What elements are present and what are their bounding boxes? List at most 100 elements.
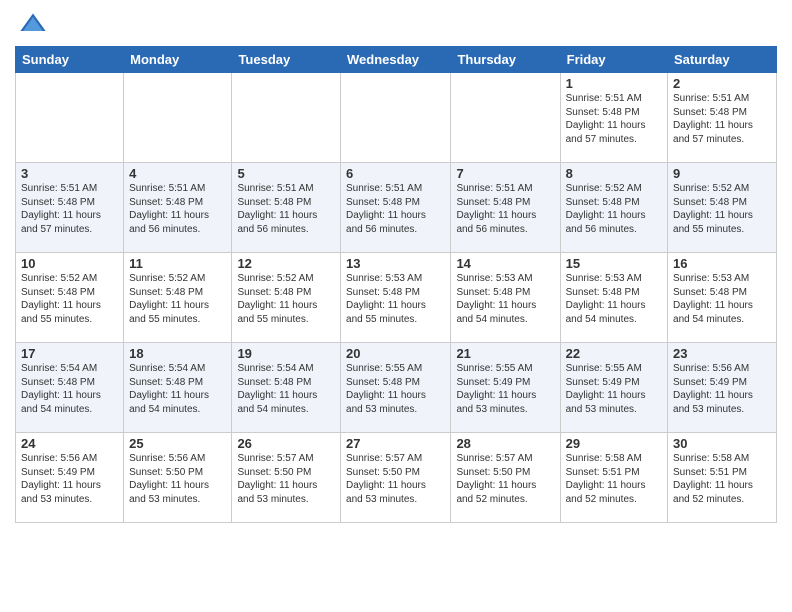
day-number: 16 xyxy=(673,256,771,271)
calendar-cell xyxy=(451,73,560,163)
day-info: Sunrise: 5:51 AMSunset: 5:48 PMDaylight:… xyxy=(21,182,118,236)
day-number: 14 xyxy=(456,256,554,271)
weekday-header: Wednesday xyxy=(341,47,451,73)
calendar-cell: 18Sunrise: 5:54 AMSunset: 5:48 PMDayligh… xyxy=(124,343,232,433)
day-info: Sunrise: 5:54 AMSunset: 5:48 PMDaylight:… xyxy=(21,362,118,416)
calendar-cell: 9Sunrise: 5:52 AMSunset: 5:48 PMDaylight… xyxy=(668,163,777,253)
calendar-cell: 6Sunrise: 5:51 AMSunset: 5:48 PMDaylight… xyxy=(341,163,451,253)
day-info: Sunrise: 5:57 AMSunset: 5:50 PMDaylight:… xyxy=(456,452,554,506)
day-number: 20 xyxy=(346,346,445,361)
day-info: Sunrise: 5:56 AMSunset: 5:49 PMDaylight:… xyxy=(673,362,771,416)
day-number: 7 xyxy=(456,166,554,181)
calendar-cell: 15Sunrise: 5:53 AMSunset: 5:48 PMDayligh… xyxy=(560,253,667,343)
day-number: 24 xyxy=(21,436,118,451)
weekday-header: Friday xyxy=(560,47,667,73)
day-info: Sunrise: 5:54 AMSunset: 5:48 PMDaylight:… xyxy=(237,362,335,416)
day-number: 1 xyxy=(566,76,662,91)
day-number: 4 xyxy=(129,166,226,181)
day-number: 28 xyxy=(456,436,554,451)
logo-icon xyxy=(19,10,47,38)
calendar-header-row: SundayMondayTuesdayWednesdayThursdayFrid… xyxy=(16,47,777,73)
day-info: Sunrise: 5:52 AMSunset: 5:48 PMDaylight:… xyxy=(237,272,335,326)
day-number: 9 xyxy=(673,166,771,181)
calendar-cell: 17Sunrise: 5:54 AMSunset: 5:48 PMDayligh… xyxy=(16,343,124,433)
calendar-cell xyxy=(16,73,124,163)
calendar-cell: 19Sunrise: 5:54 AMSunset: 5:48 PMDayligh… xyxy=(232,343,341,433)
weekday-header: Sunday xyxy=(16,47,124,73)
day-info: Sunrise: 5:53 AMSunset: 5:48 PMDaylight:… xyxy=(346,272,445,326)
calendar-cell: 8Sunrise: 5:52 AMSunset: 5:48 PMDaylight… xyxy=(560,163,667,253)
day-number: 15 xyxy=(566,256,662,271)
day-number: 12 xyxy=(237,256,335,271)
calendar-cell: 27Sunrise: 5:57 AMSunset: 5:50 PMDayligh… xyxy=(341,433,451,523)
day-info: Sunrise: 5:52 AMSunset: 5:48 PMDaylight:… xyxy=(21,272,118,326)
day-info: Sunrise: 5:56 AMSunset: 5:49 PMDaylight:… xyxy=(21,452,118,506)
day-number: 26 xyxy=(237,436,335,451)
weekday-header: Tuesday xyxy=(232,47,341,73)
day-number: 3 xyxy=(21,166,118,181)
day-number: 2 xyxy=(673,76,771,91)
day-info: Sunrise: 5:52 AMSunset: 5:48 PMDaylight:… xyxy=(566,182,662,236)
day-info: Sunrise: 5:53 AMSunset: 5:48 PMDaylight:… xyxy=(456,272,554,326)
calendar-cell xyxy=(124,73,232,163)
calendar-cell: 16Sunrise: 5:53 AMSunset: 5:48 PMDayligh… xyxy=(668,253,777,343)
weekday-header: Monday xyxy=(124,47,232,73)
day-number: 10 xyxy=(21,256,118,271)
calendar-cell xyxy=(232,73,341,163)
day-number: 11 xyxy=(129,256,226,271)
day-number: 8 xyxy=(566,166,662,181)
day-number: 5 xyxy=(237,166,335,181)
day-info: Sunrise: 5:51 AMSunset: 5:48 PMDaylight:… xyxy=(566,92,662,146)
weekday-header: Thursday xyxy=(451,47,560,73)
header xyxy=(15,10,777,38)
day-number: 17 xyxy=(21,346,118,361)
day-number: 25 xyxy=(129,436,226,451)
day-info: Sunrise: 5:51 AMSunset: 5:48 PMDaylight:… xyxy=(237,182,335,236)
calendar-week-row: 24Sunrise: 5:56 AMSunset: 5:49 PMDayligh… xyxy=(16,433,777,523)
day-info: Sunrise: 5:52 AMSunset: 5:48 PMDaylight:… xyxy=(673,182,771,236)
page: SundayMondayTuesdayWednesdayThursdayFrid… xyxy=(0,0,792,533)
day-number: 6 xyxy=(346,166,445,181)
calendar-week-row: 10Sunrise: 5:52 AMSunset: 5:48 PMDayligh… xyxy=(16,253,777,343)
calendar-cell: 14Sunrise: 5:53 AMSunset: 5:48 PMDayligh… xyxy=(451,253,560,343)
day-number: 27 xyxy=(346,436,445,451)
calendar-week-row: 17Sunrise: 5:54 AMSunset: 5:48 PMDayligh… xyxy=(16,343,777,433)
calendar-cell: 25Sunrise: 5:56 AMSunset: 5:50 PMDayligh… xyxy=(124,433,232,523)
day-number: 29 xyxy=(566,436,662,451)
calendar-cell: 23Sunrise: 5:56 AMSunset: 5:49 PMDayligh… xyxy=(668,343,777,433)
calendar-cell: 11Sunrise: 5:52 AMSunset: 5:48 PMDayligh… xyxy=(124,253,232,343)
calendar-cell: 28Sunrise: 5:57 AMSunset: 5:50 PMDayligh… xyxy=(451,433,560,523)
calendar-cell: 22Sunrise: 5:55 AMSunset: 5:49 PMDayligh… xyxy=(560,343,667,433)
calendar-week-row: 1Sunrise: 5:51 AMSunset: 5:48 PMDaylight… xyxy=(16,73,777,163)
day-info: Sunrise: 5:58 AMSunset: 5:51 PMDaylight:… xyxy=(673,452,771,506)
day-number: 19 xyxy=(237,346,335,361)
day-info: Sunrise: 5:58 AMSunset: 5:51 PMDaylight:… xyxy=(566,452,662,506)
day-number: 23 xyxy=(673,346,771,361)
calendar-cell: 10Sunrise: 5:52 AMSunset: 5:48 PMDayligh… xyxy=(16,253,124,343)
day-number: 21 xyxy=(456,346,554,361)
calendar-cell: 12Sunrise: 5:52 AMSunset: 5:48 PMDayligh… xyxy=(232,253,341,343)
day-info: Sunrise: 5:53 AMSunset: 5:48 PMDaylight:… xyxy=(566,272,662,326)
day-info: Sunrise: 5:56 AMSunset: 5:50 PMDaylight:… xyxy=(129,452,226,506)
day-number: 22 xyxy=(566,346,662,361)
day-number: 13 xyxy=(346,256,445,271)
calendar-cell: 30Sunrise: 5:58 AMSunset: 5:51 PMDayligh… xyxy=(668,433,777,523)
weekday-header: Saturday xyxy=(668,47,777,73)
day-info: Sunrise: 5:55 AMSunset: 5:48 PMDaylight:… xyxy=(346,362,445,416)
calendar-cell: 5Sunrise: 5:51 AMSunset: 5:48 PMDaylight… xyxy=(232,163,341,253)
day-info: Sunrise: 5:51 AMSunset: 5:48 PMDaylight:… xyxy=(346,182,445,236)
calendar: SundayMondayTuesdayWednesdayThursdayFrid… xyxy=(15,46,777,523)
calendar-cell: 24Sunrise: 5:56 AMSunset: 5:49 PMDayligh… xyxy=(16,433,124,523)
calendar-cell: 20Sunrise: 5:55 AMSunset: 5:48 PMDayligh… xyxy=(341,343,451,433)
calendar-cell: 1Sunrise: 5:51 AMSunset: 5:48 PMDaylight… xyxy=(560,73,667,163)
day-info: Sunrise: 5:57 AMSunset: 5:50 PMDaylight:… xyxy=(237,452,335,506)
day-info: Sunrise: 5:54 AMSunset: 5:48 PMDaylight:… xyxy=(129,362,226,416)
day-info: Sunrise: 5:51 AMSunset: 5:48 PMDaylight:… xyxy=(129,182,226,236)
day-info: Sunrise: 5:53 AMSunset: 5:48 PMDaylight:… xyxy=(673,272,771,326)
day-info: Sunrise: 5:52 AMSunset: 5:48 PMDaylight:… xyxy=(129,272,226,326)
calendar-cell: 13Sunrise: 5:53 AMSunset: 5:48 PMDayligh… xyxy=(341,253,451,343)
calendar-cell: 26Sunrise: 5:57 AMSunset: 5:50 PMDayligh… xyxy=(232,433,341,523)
calendar-cell xyxy=(341,73,451,163)
day-info: Sunrise: 5:51 AMSunset: 5:48 PMDaylight:… xyxy=(456,182,554,236)
day-info: Sunrise: 5:55 AMSunset: 5:49 PMDaylight:… xyxy=(456,362,554,416)
